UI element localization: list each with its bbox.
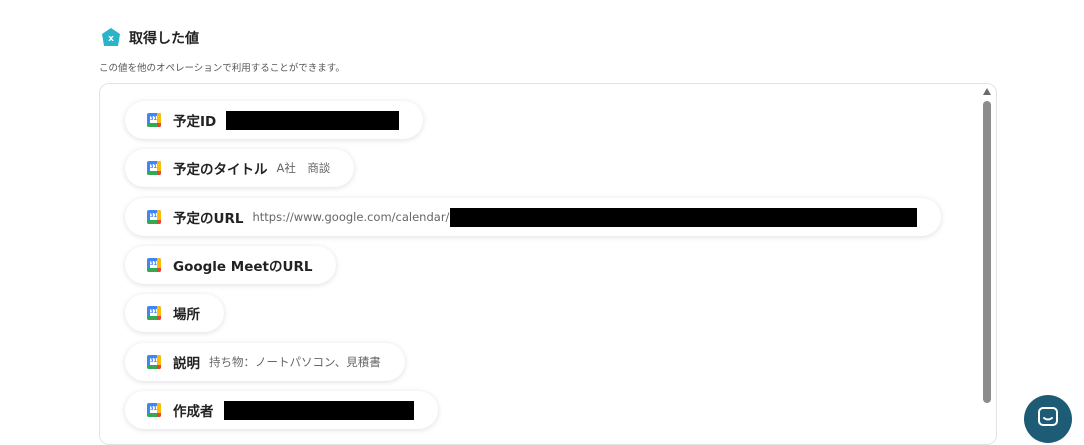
section-header: x 取得した値: [100, 26, 199, 50]
item-label: 予定のURL: [173, 211, 244, 227]
redacted-value: [226, 110, 400, 130]
values-panel: 31 予定ID 31 予定のタイトル A社 商談 31 予定のURL https…: [99, 83, 997, 445]
value-item-meet-url[interactable]: 31 Google MeetのURL: [125, 246, 337, 284]
value-item-event-id[interactable]: 31 予定ID: [125, 101, 424, 139]
item-label: 作成者: [173, 404, 214, 420]
google-calendar-icon: 31: [147, 403, 161, 417]
value-item-description[interactable]: 31 説明 持ち物：ノートパソコン、見積書: [125, 343, 405, 381]
redacted-value: [450, 207, 918, 227]
chat-button[interactable]: [1024, 395, 1072, 443]
value-item-event-title[interactable]: 31 予定のタイトル A社 商談: [125, 149, 355, 187]
section-subtitle: この値を他のオペレーションで利用することができます。: [99, 63, 345, 74]
google-calendar-icon: 31: [147, 355, 161, 369]
section-title: 取得した値: [129, 31, 199, 47]
google-calendar-icon: 31: [147, 161, 161, 175]
item-label: 説明: [173, 356, 200, 372]
value-item-location[interactable]: 31 場所: [125, 294, 224, 332]
google-calendar-icon: 31: [147, 210, 161, 224]
item-value: https://www.google.com/calendar/: [252, 210, 450, 224]
value-item-event-url[interactable]: 31 予定のURL https://www.google.com/calenda…: [125, 198, 942, 236]
google-calendar-icon: 31: [147, 306, 161, 320]
chat-icon: [1036, 405, 1060, 433]
item-label: 場所: [173, 307, 200, 323]
value-item-creator[interactable]: 31 作成者: [125, 391, 438, 429]
google-calendar-icon: 31: [147, 113, 161, 127]
scroll-up-arrow-icon[interactable]: [983, 88, 991, 95]
redacted-value: [223, 400, 414, 420]
item-label: 予定ID: [173, 114, 217, 130]
item-label: 予定のタイトル: [173, 162, 268, 178]
scrollbar[interactable]: [982, 88, 992, 438]
item-value: A社 商談: [276, 161, 331, 175]
item-label: Google MeetのURL: [173, 259, 313, 275]
scroll-thumb[interactable]: [983, 101, 991, 403]
x-badge-icon: x: [100, 27, 122, 49]
google-calendar-icon: 31: [147, 258, 161, 272]
item-value: 持ち物：ノートパソコン、見積書: [209, 355, 381, 369]
